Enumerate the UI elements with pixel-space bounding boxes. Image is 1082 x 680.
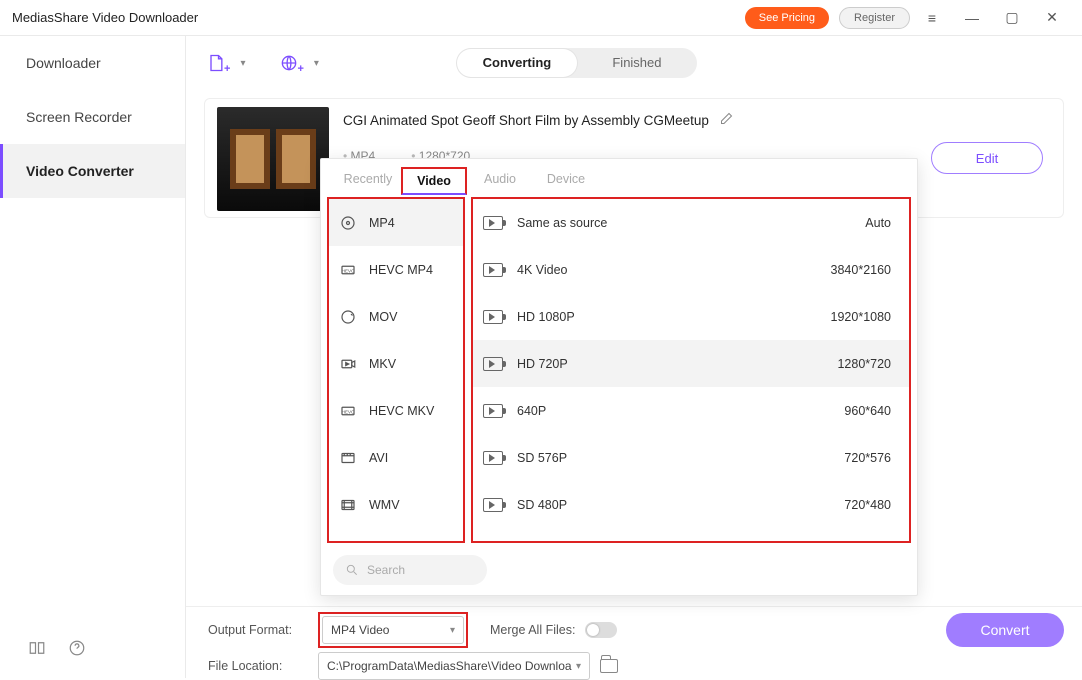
format-wmv[interactable]: WMV bbox=[329, 481, 463, 528]
close-icon[interactable]: ✕ bbox=[1034, 9, 1070, 26]
svg-text:HEVC: HEVC bbox=[342, 268, 355, 273]
status-tabs: Converting Finished bbox=[457, 48, 697, 78]
rename-icon[interactable] bbox=[719, 111, 734, 129]
add-url-button[interactable]: + ▾ bbox=[279, 53, 318, 73]
resolution-4k-video[interactable]: 4K Video3840*2160 bbox=[473, 246, 909, 293]
format-avi[interactable]: AVI bbox=[329, 434, 463, 481]
content: + ▾ + ▾ Converting Finished CGI Animated… bbox=[186, 36, 1082, 678]
format-mp4[interactable]: MP4 bbox=[329, 199, 463, 246]
toolbar: + ▾ + ▾ Converting Finished bbox=[186, 42, 1082, 84]
svg-text:HEVC: HEVC bbox=[342, 409, 355, 414]
output-format-label: Output Format: bbox=[208, 623, 308, 637]
file-location-select[interactable]: C:\ProgramData\MediasShare\Video Downloa… bbox=[318, 652, 590, 680]
format-hevc-mp4[interactable]: HEVCHEVC MP4 bbox=[329, 246, 463, 293]
format-tab-device[interactable]: Device bbox=[533, 167, 599, 195]
resolution-hd-1080p[interactable]: HD 1080P1920*1080 bbox=[473, 293, 909, 340]
merge-label: Merge All Files: bbox=[490, 623, 575, 637]
resolution-hd-720p[interactable]: HD 720P1280*720 bbox=[473, 340, 909, 387]
format-list: MP4HEVCHEVC MP4MOVMKVHEVCHEVC MKVAVIWMV bbox=[327, 197, 465, 543]
resolution-sd-576p[interactable]: SD 576P720*576 bbox=[473, 434, 909, 481]
sidebar-item-screen-recorder[interactable]: Screen Recorder bbox=[0, 90, 185, 144]
help-icon[interactable] bbox=[68, 639, 86, 662]
see-pricing-button[interactable]: See Pricing bbox=[745, 7, 829, 29]
titlebar: MediasShare Video Downloader See Pricing… bbox=[0, 0, 1082, 36]
open-folder-icon[interactable] bbox=[600, 659, 618, 673]
maximize-icon[interactable]: ▢ bbox=[994, 9, 1030, 26]
format-hevc-mkv[interactable]: HEVCHEVC MKV bbox=[329, 387, 463, 434]
bottom-bar: Output Format: MP4 Video▾ Merge All File… bbox=[186, 606, 1082, 678]
file-title: CGI Animated Spot Geoff Short Film by As… bbox=[343, 113, 709, 128]
app-title: MediasShare Video Downloader bbox=[12, 10, 745, 25]
sidebar: DownloaderScreen RecorderVideo Converter bbox=[0, 36, 186, 678]
resolution-640p[interactable]: 640P960*640 bbox=[473, 387, 909, 434]
add-file-button[interactable]: + ▾ bbox=[206, 53, 245, 73]
sidebar-item-downloader[interactable]: Downloader bbox=[0, 36, 185, 90]
format-popover: RecentlyVideoAudioDevice MP4HEVCHEVC MP4… bbox=[320, 158, 918, 596]
output-format-select[interactable]: MP4 Video▾ bbox=[322, 616, 464, 644]
format-mkv[interactable]: MKV bbox=[329, 340, 463, 387]
tab-finished[interactable]: Finished bbox=[577, 49, 697, 77]
sidebar-item-video-converter[interactable]: Video Converter bbox=[0, 144, 185, 198]
menu-icon[interactable]: ≡ bbox=[914, 10, 950, 26]
format-tab-recently[interactable]: Recently bbox=[335, 167, 401, 195]
merge-toggle[interactable] bbox=[585, 622, 617, 638]
format-tab-video[interactable]: Video bbox=[401, 167, 467, 195]
tab-converting[interactable]: Converting bbox=[457, 49, 577, 77]
resolution-same-as-source[interactable]: Same as sourceAuto bbox=[473, 199, 909, 246]
convert-button[interactable]: Convert bbox=[946, 613, 1064, 647]
format-search[interactable]: Search bbox=[333, 555, 487, 585]
resolution-sd-480p[interactable]: SD 480P720*480 bbox=[473, 481, 909, 528]
format-tab-audio[interactable]: Audio bbox=[467, 167, 533, 195]
resolution-list: Same as sourceAuto4K Video3840*2160HD 10… bbox=[471, 197, 911, 543]
search-icon bbox=[345, 563, 359, 577]
file-location-label: File Location: bbox=[208, 659, 308, 673]
minimize-icon[interactable]: ― bbox=[954, 10, 990, 26]
register-button[interactable]: Register bbox=[839, 7, 910, 29]
edit-button[interactable]: Edit bbox=[931, 142, 1043, 174]
guide-icon[interactable] bbox=[28, 639, 46, 662]
thumbnail bbox=[217, 107, 329, 211]
format-mov[interactable]: MOV bbox=[329, 293, 463, 340]
